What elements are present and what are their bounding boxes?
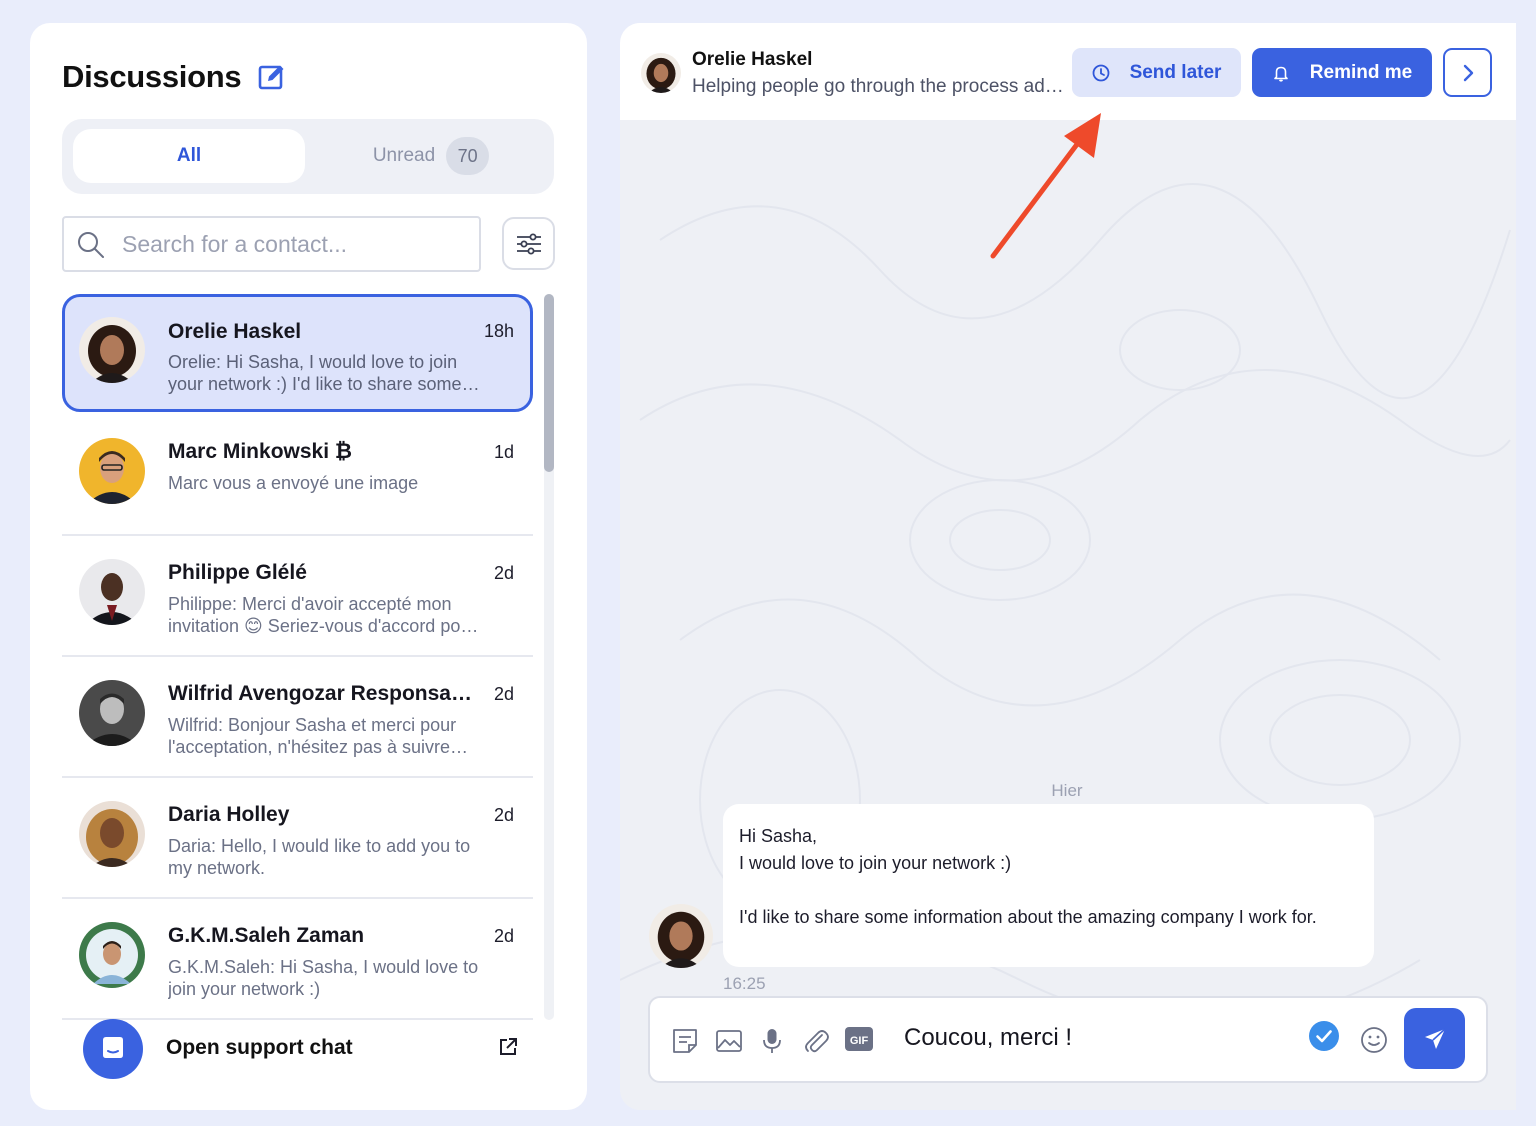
- message-line: I would love to join your network :): [739, 853, 1012, 873]
- contact-row-marc-minkowski[interactable]: Marc Minkowski ₿ 1d Marc vous a envoyé u…: [62, 415, 533, 536]
- microphone-icon[interactable]: [757, 1026, 787, 1056]
- send-later-label: Send later: [1129, 61, 1222, 83]
- chat-panel: Orelie Haskel Helping people go through …: [620, 23, 1516, 1110]
- avatar: [79, 922, 145, 988]
- title-row: Discussions: [62, 59, 287, 95]
- contact-name: Philippe Glélé: [168, 561, 307, 584]
- gif-label: GIF: [850, 1035, 869, 1047]
- chevron-right-icon: [1463, 64, 1473, 81]
- contact-preview: Daria: Hello, I would like to add you to…: [168, 836, 471, 878]
- contact-row-gkm-saleh-zaman[interactable]: G.K.M.Saleh Zaman 2d G.K.M.Saleh: Hi Sas…: [62, 899, 533, 1020]
- chat-contact-name: Orelie Haskel: [692, 49, 813, 70]
- message-composer: GIF: [648, 996, 1488, 1083]
- filter-button[interactable]: [502, 217, 555, 270]
- discussions-panel: Discussions All Unread 70 Search for a c…: [30, 23, 587, 1110]
- contact-time: 2d: [493, 563, 514, 583]
- contact-time: 1d: [493, 442, 514, 462]
- expand-profile-button[interactable]: [1443, 48, 1492, 97]
- search-icon: [78, 232, 104, 258]
- contact-preview: Marc vous a envoyé une image: [168, 473, 419, 493]
- bell-icon: [1273, 66, 1288, 82]
- contact-name: Marc Minkowski ₿: [168, 440, 352, 463]
- contact-list-scrollbar[interactable]: [544, 294, 554, 1020]
- note-icon[interactable]: [670, 1026, 700, 1056]
- unread-count-badge: 70: [446, 137, 490, 175]
- contact-preview: G.K.M.Saleh: Hi Sasha, I would love to j…: [168, 957, 479, 999]
- support-label: Open support chat: [166, 1036, 353, 1059]
- send-icon: [1424, 1027, 1446, 1049]
- chat-header: Orelie Haskel Helping people go through …: [620, 23, 1516, 120]
- contact-row-wilfrid-avengozar[interactable]: Wilfrid Avengozar Responsable 2d Wilfrid…: [62, 657, 533, 778]
- avatar: [79, 317, 145, 383]
- contact-time: 2d: [493, 926, 514, 946]
- external-link-icon[interactable]: [497, 1036, 519, 1058]
- message-input[interactable]: [904, 1020, 1294, 1056]
- contact-time: 2d: [493, 684, 514, 704]
- message-bubble: Hi Sasha, I would love to join your netw…: [723, 804, 1374, 967]
- tab-unread[interactable]: Unread 70: [308, 129, 554, 183]
- send-button[interactable]: [1404, 1008, 1465, 1069]
- contact-preview: Philippe: Merci d'avoir accepté mon invi…: [168, 594, 477, 636]
- contact-name: Orelie Haskel: [168, 320, 302, 343]
- avatar[interactable]: [641, 53, 681, 93]
- remind-me-label: Remind me: [1309, 61, 1413, 83]
- search-input[interactable]: [122, 226, 472, 262]
- gif-icon[interactable]: GIF: [845, 1027, 873, 1051]
- open-support-chat[interactable]: Open support chat: [83, 1019, 523, 1079]
- filter-tabs: All Unread 70: [62, 119, 554, 194]
- message-line: Hi Sasha,: [739, 826, 818, 846]
- tab-unread-label: Unread: [372, 145, 436, 166]
- remind-me-button[interactable]: Remind me: [1252, 48, 1432, 97]
- contact-row-orelie-haskel[interactable]: Orelie Haskel 18h Orelie: Hi Sasha, I wo…: [62, 294, 533, 412]
- contact-time: 18h: [483, 321, 514, 341]
- contact-time: 2d: [493, 805, 514, 825]
- avatar: [79, 801, 145, 867]
- avatar: [79, 559, 145, 625]
- contact-name: Wilfrid Avengozar Responsable: [168, 682, 480, 705]
- chat-contact-headline: Helping people go through the process ad…: [692, 76, 1064, 97]
- search-box: [62, 216, 481, 272]
- contact-name: G.K.M.Saleh Zaman: [168, 924, 365, 947]
- message-line: I'd like to share some information about…: [739, 907, 1317, 927]
- sliders-icon: [516, 233, 541, 254]
- send-later-button[interactable]: Send later: [1072, 48, 1241, 97]
- avatar: [79, 438, 145, 504]
- check-circle-icon[interactable]: [1308, 1020, 1340, 1052]
- paperclip-icon[interactable]: [801, 1026, 831, 1056]
- contact-preview: Orelie: Hi Sasha, I would love to join y…: [168, 352, 462, 394]
- emoji-icon[interactable]: [1359, 1025, 1389, 1055]
- tab-all[interactable]: All: [73, 129, 305, 183]
- message-line: [739, 877, 1358, 904]
- contact-row-daria-holley[interactable]: Daria Holley 2d Daria: Hello, I would li…: [62, 778, 533, 899]
- avatar: [649, 904, 713, 968]
- edit-icon[interactable]: [257, 62, 287, 92]
- avatar: [79, 680, 145, 746]
- message-time: 16:25: [723, 974, 766, 993]
- page-title: Discussions: [62, 59, 242, 94]
- chat-bubble-icon: [83, 1019, 143, 1079]
- contact-name: Daria Holley: [168, 803, 290, 826]
- contact-preview: Wilfrid: Bonjour Sasha et merci pour l'a…: [168, 715, 457, 757]
- contact-list: Orelie Haskel 18h Orelie: Hi Sasha, I wo…: [62, 294, 533, 1020]
- clock-icon: [1092, 64, 1109, 81]
- scrollbar-thumb[interactable]: [544, 294, 554, 472]
- date-separator: Hier: [1051, 781, 1083, 800]
- image-icon[interactable]: [714, 1026, 744, 1056]
- contact-row-philippe-glele[interactable]: Philippe Glélé 2d Philippe: Merci d'avoi…: [62, 536, 533, 657]
